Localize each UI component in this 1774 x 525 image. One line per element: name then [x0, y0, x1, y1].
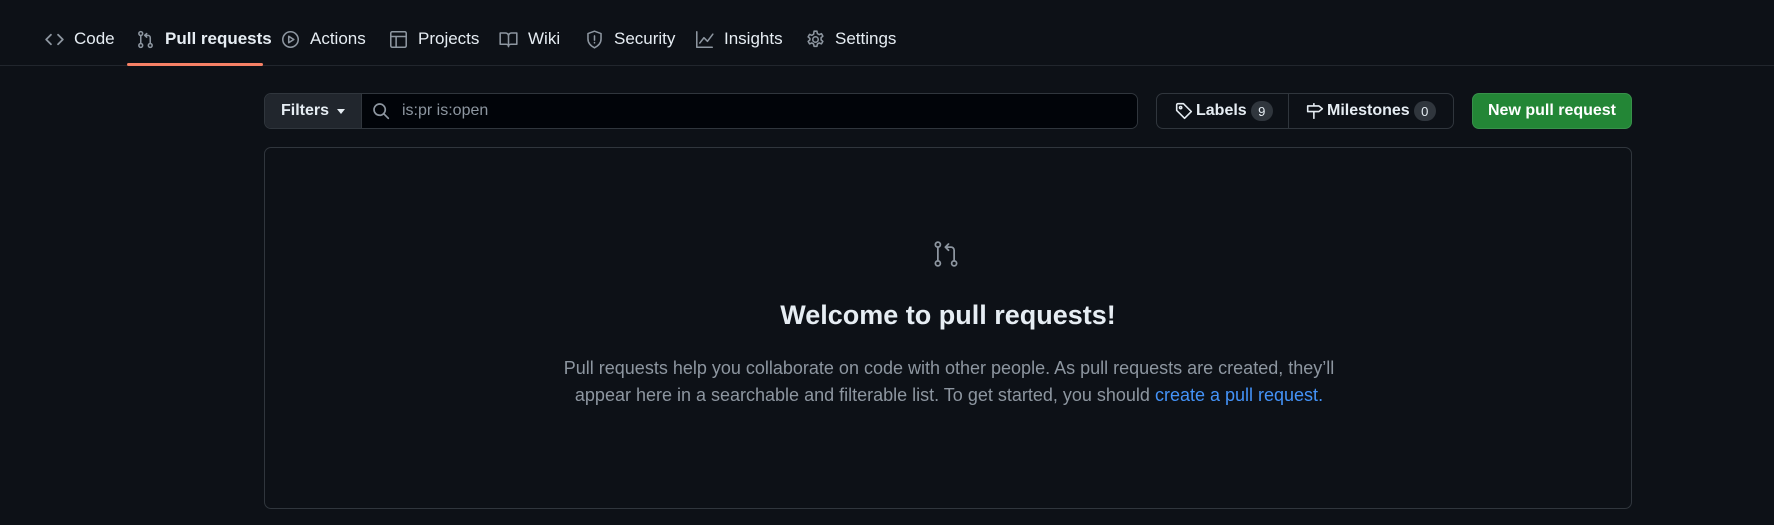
milestones-button[interactable]: Milestones 0: [1289, 94, 1453, 128]
tab-code-label: Code: [74, 29, 115, 48]
triangle-down-icon: [337, 108, 345, 114]
milestones-count: 0: [1413, 101, 1436, 121]
tab-wiki-label: Wiki: [528, 29, 561, 48]
gear-icon: [806, 29, 825, 49]
create-pull-request-link[interactable]: create a pull request: [1155, 385, 1318, 405]
search-field: [362, 94, 1137, 128]
milestones-button-label: Milestones: [1327, 102, 1410, 119]
search-input[interactable]: [400, 101, 1137, 121]
search-icon: [372, 102, 390, 120]
labels-milestones-group: Labels 9 Milestones 0: [1156, 93, 1454, 129]
new-pull-request-label: New pull request: [1487, 102, 1617, 119]
tab-pull-requests[interactable]: Pull requests: [127, 20, 281, 58]
play-icon: [281, 30, 300, 49]
repo-nav: Code Pull requests Actions Projects Wiki: [0, 0, 1774, 66]
tab-settings-label: Settings: [835, 29, 897, 48]
tab-wiki[interactable]: Wiki: [490, 20, 569, 58]
tab-code[interactable]: Code: [36, 20, 124, 58]
tab-actions-label: Actions: [310, 29, 366, 48]
labels-count: 9: [1250, 101, 1273, 121]
tab-pull-requests-label: Pull requests: [165, 29, 272, 48]
blankslate-description-period: .: [1318, 385, 1324, 405]
blankslate-description: Pull requests help you collaborate on co…: [549, 355, 1349, 409]
tag-icon: [1175, 102, 1193, 120]
graph-icon: [695, 30, 714, 49]
labels-button-label: Labels: [1196, 102, 1247, 119]
blankslate-title: Welcome to pull requests!: [780, 300, 1116, 330]
book-icon: [499, 30, 518, 49]
filters-button[interactable]: Filters: [265, 94, 362, 128]
tab-settings[interactable]: Settings: [797, 20, 905, 58]
selected-tab-underline: [127, 63, 263, 66]
tab-security-label: Security: [614, 29, 676, 48]
code-icon: [45, 30, 64, 49]
labels-button[interactable]: Labels 9: [1157, 94, 1289, 128]
blankslate: Welcome to pull requests! Pull requests …: [264, 147, 1632, 509]
tab-projects-label: Projects: [418, 29, 480, 48]
new-pull-request-button[interactable]: New pull request: [1472, 93, 1632, 129]
table-icon: [389, 30, 408, 49]
tab-insights-label: Insights: [724, 29, 783, 48]
git-pull-request-icon: [136, 30, 155, 49]
tab-security[interactable]: Security: [576, 20, 684, 58]
filters-button-label: Filters: [280, 102, 329, 119]
shield-icon: [585, 29, 604, 49]
tab-projects[interactable]: Projects: [380, 20, 488, 58]
tab-actions[interactable]: Actions: [272, 20, 375, 58]
git-pull-request-icon: [931, 239, 961, 269]
milestone-icon: [1306, 102, 1324, 120]
tab-insights[interactable]: Insights: [686, 20, 792, 58]
filter-search-group: Filters: [264, 93, 1138, 129]
